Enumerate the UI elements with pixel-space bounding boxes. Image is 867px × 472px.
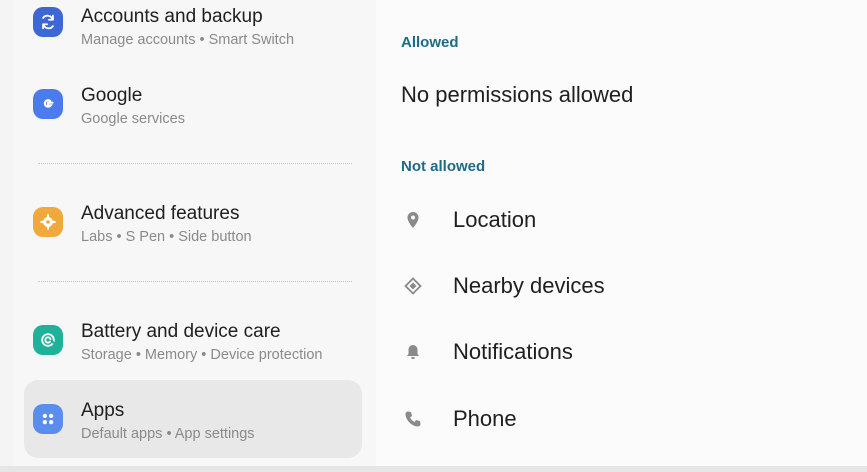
allowed-section-header: Allowed xyxy=(401,34,459,51)
bottom-edge xyxy=(0,466,867,472)
section-divider xyxy=(38,163,352,164)
sidebar-item-title: Apps xyxy=(81,400,125,421)
sidebar-item-title: Battery and device care xyxy=(81,321,281,342)
puzzle-gear-icon xyxy=(33,207,63,237)
permission-label: Nearby devices xyxy=(453,273,605,298)
permission-item-phone[interactable]: Phone xyxy=(376,388,867,450)
location-pin-icon xyxy=(402,209,424,231)
permission-item-notifications[interactable]: Notifications xyxy=(376,321,867,383)
sidebar-item-subtitle: Labs • S Pen • Side button xyxy=(81,229,252,245)
sidebar-item-title: Advanced features xyxy=(81,203,240,224)
permission-label: Location xyxy=(453,207,537,232)
sidebar-item-subtitle: Default apps • App settings xyxy=(81,426,255,442)
sidebar-item-accounts-backup[interactable]: Accounts and backup Manage accounts • Sm… xyxy=(24,0,362,64)
settings-sidebar: Accounts and backup Manage accounts • Sm… xyxy=(14,0,376,466)
permission-label: Phone xyxy=(453,406,517,431)
apps-grid-icon xyxy=(33,404,63,434)
section-divider xyxy=(38,281,352,282)
permission-item-location[interactable]: Location xyxy=(376,189,867,251)
sidebar-item-advanced-features[interactable]: Advanced features Labs • S Pen • Side bu… xyxy=(24,183,362,261)
sidebar-item-google[interactable]: Google Google services xyxy=(24,65,362,143)
sidebar-item-title: Google xyxy=(81,85,143,106)
sidebar-item-subtitle: Google services xyxy=(81,111,185,127)
sync-icon xyxy=(33,7,63,37)
bell-icon xyxy=(402,341,424,363)
permission-label: Notifications xyxy=(453,339,573,364)
google-g-icon xyxy=(33,89,63,119)
phone-icon xyxy=(402,408,424,430)
sidebar-item-subtitle: Storage • Memory • Device protection xyxy=(81,347,323,363)
sidebar-item-title: Accounts and backup xyxy=(81,6,263,27)
nearby-devices-icon xyxy=(402,275,424,297)
no-permissions-text: No permissions allowed xyxy=(401,82,634,107)
sidebar-item-subtitle: Manage accounts • Smart Switch xyxy=(81,32,295,48)
permission-item-nearby-devices[interactable]: Nearby devices xyxy=(376,255,867,317)
app-permissions-panel: Allowed No permissions allowed Not allow… xyxy=(376,0,867,466)
device-care-icon xyxy=(33,325,63,355)
sidebar-item-battery-device-care[interactable]: Battery and device care Storage • Memory… xyxy=(24,301,362,379)
sidebar-item-apps[interactable]: Apps Default apps • App settings xyxy=(24,380,362,458)
not-allowed-section-header: Not allowed xyxy=(401,158,486,175)
